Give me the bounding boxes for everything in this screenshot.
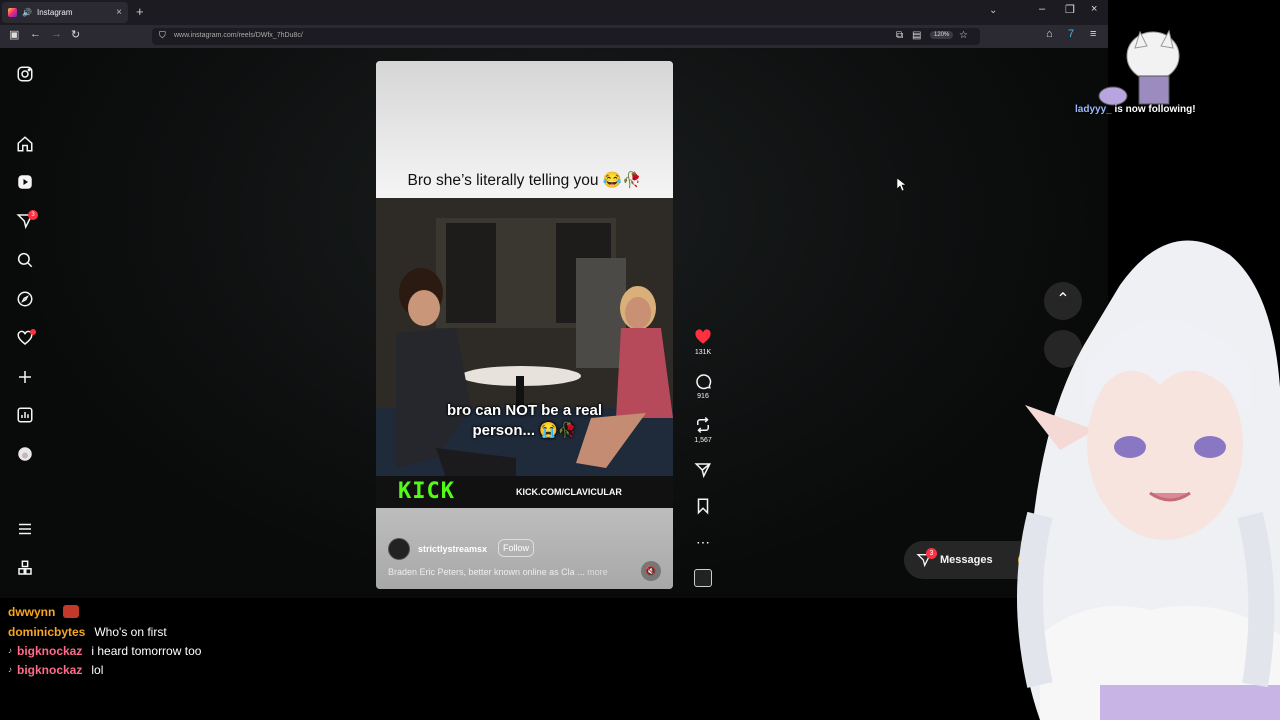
kick-url: KICK.COM/CLAVICULAR <box>516 487 622 497</box>
reel-caption: Bro she’s literally telling you 😂🥀 <box>407 172 642 189</box>
reel-subtitle-line2: person... 😭🥀 <box>472 422 577 440</box>
chat-message-text: i heard tomorrow too <box>91 643 202 658</box>
extensions-icon[interactable]: ⌂ <box>1046 28 1053 40</box>
chat-message: ♪ bigknockaz lol <box>8 660 103 679</box>
share-paper-plane-icon <box>694 463 711 479</box>
reel-player[interactable]: Bro she’s literally telling you 😂🥀 bro c… <box>376 61 673 589</box>
shield-icon[interactable]: ⛉ <box>159 30 166 41</box>
chat-message-text: lol <box>91 662 104 677</box>
like-button[interactable]: 131K <box>692 328 714 356</box>
repost-count: 1,567 <box>694 437 712 444</box>
mute-toggle-icon[interactable]: 🔇 <box>641 561 661 581</box>
follow-alert-text: ladyyy_ is now following! <box>1075 104 1196 115</box>
also-from-meta-icon[interactable] <box>16 559 34 577</box>
browser-window: 🔊 Instagram × + ⌄ – ❐ × ▣ ← → ↻ ⛉ www.in… <box>0 0 1108 598</box>
extension-7tv-icon[interactable]: 7 <box>1068 28 1074 40</box>
screen: 🔊 Instagram × + ⌄ – ❐ × ▣ ← → ↻ ⛉ www.in… <box>0 0 1280 720</box>
tab-list-chevron-icon[interactable]: ⌄ <box>989 5 997 16</box>
reels-icon[interactable] <box>16 173 34 191</box>
messages-label: Messages <box>940 554 993 566</box>
search-icon[interactable] <box>16 251 34 269</box>
minimize-button[interactable]: – <box>1039 3 1045 15</box>
kick-logo: KICK <box>398 479 455 504</box>
chat-message-text: Who's on first <box>94 624 167 639</box>
tab-close-icon[interactable]: × <box>116 7 122 18</box>
close-window-button[interactable]: × <box>1091 3 1097 15</box>
reel-author-avatar[interactable] <box>388 538 410 560</box>
save-button[interactable] <box>692 497 714 515</box>
repost-button[interactable]: 1,567 <box>692 416 714 444</box>
bookmark-icon <box>697 498 709 515</box>
reel-description-text: Braden Eric Peters, better known online … <box>388 567 585 577</box>
sidebar-toggle-icon[interactable]: ▣ <box>9 28 19 41</box>
stream-chat: dwwynn dominicbytes Who's on first ♪ big… <box>0 598 520 720</box>
follow-alert-character-image <box>1098 29 1180 106</box>
like-count: 131K <box>694 349 712 356</box>
chat-username[interactable]: dominicbytes <box>8 625 85 639</box>
chat-username[interactable]: bigknockaz <box>17 663 82 677</box>
follow-message: is now following! <box>1111 104 1196 115</box>
tab-bar: 🔊 Instagram × + ⌄ – ❐ × <box>0 0 1108 25</box>
forward-arrow-icon[interactable]: → <box>51 28 62 40</box>
reel-video[interactable]: bro can NOT be a real person... 😭🥀 KICK … <box>376 198 673 508</box>
restore-button[interactable]: ❐ <box>1065 3 1075 16</box>
comment-bubble-icon <box>696 374 712 390</box>
navigation-bar: ▣ ← → ↻ ⛉ www.instagram.com/reels/DWfx_7… <box>0 25 1108 48</box>
reload-icon[interactable]: ↻ <box>71 28 80 41</box>
more-menu-icon[interactable] <box>16 520 34 538</box>
url-text[interactable]: www.instagram.com/reels/DWfx_7hDu8c/ <box>174 32 303 39</box>
chat-badge-icon: ♪ <box>8 646 12 655</box>
audio-thumbnail[interactable] <box>694 569 712 587</box>
notification-dot <box>30 329 36 335</box>
reel-subtitle: bro can NOT be a real person... 😭🥀 <box>376 401 673 442</box>
speaker-icon[interactable]: 🔊 <box>22 8 32 17</box>
explore-icon[interactable] <box>16 290 34 308</box>
reel-caption-panel: Bro she’s literally telling you 😂🥀 <box>376 61 673 198</box>
comment-button[interactable]: 916 <box>692 372 714 400</box>
chat-badge-icon: ♪ <box>8 665 12 674</box>
follow-button[interactable]: Follow <box>498 539 534 557</box>
chat-emote-image <box>63 605 80 618</box>
chat-message: ♪ bigknockaz i heard tomorrow too <box>8 641 201 660</box>
video-scene-image <box>376 198 673 508</box>
reel-description: Braden Eric Peters, better known online … <box>388 567 608 577</box>
zoom-level[interactable]: 120% <box>930 31 954 39</box>
dashboard-chart-icon[interactable] <box>16 406 34 424</box>
create-plus-icon[interactable] <box>16 368 34 386</box>
more-options-icon[interactable]: ⋯ <box>692 534 714 551</box>
home-icon[interactable] <box>16 135 34 153</box>
messages-unread-badge: 3 <box>926 548 937 559</box>
kick-watermark-bar: KICK KICK.COM/CLAVICULAR <box>376 476 673 508</box>
mouse-cursor-icon <box>897 178 907 192</box>
instagram-logo-icon[interactable] <box>16 65 34 83</box>
reel-info-panel: strictlystreamsx Follow Braden Eric Pete… <box>376 508 673 589</box>
heart-filled-icon <box>695 329 711 344</box>
tab-title: Instagram <box>36 8 73 17</box>
chat-username[interactable]: dwwynn <box>8 605 55 619</box>
address-bar[interactable]: ⛉ www.instagram.com/reels/DWfx_7hDu8c/ ⧉… <box>152 28 980 45</box>
chat-username[interactable]: bigknockaz <box>17 644 82 658</box>
follower-name: ladyyy_ <box>1075 104 1112 115</box>
back-arrow-icon[interactable]: ← <box>30 28 41 40</box>
vtuber-avatar-image <box>1017 240 1280 720</box>
repost-icon <box>697 416 709 434</box>
instagram-favicon-icon <box>8 8 17 17</box>
picture-in-picture-icon[interactable]: ⧉ <box>896 30 903 41</box>
reel-more-link[interactable]: more <box>587 567 608 577</box>
comment-count: 916 <box>697 393 709 400</box>
reel-subtitle-line1: bro can NOT be a real <box>446 402 603 419</box>
reader-view-icon[interactable]: ▤ <box>912 30 921 41</box>
share-button[interactable] <box>692 461 714 479</box>
chat-message: dwwynn <box>8 602 80 621</box>
tab-instagram[interactable]: 🔊 Instagram × <box>2 2 128 23</box>
bookmark-star-icon[interactable]: ☆ <box>959 30 968 41</box>
reel-author-username[interactable]: strictlystreamsx <box>418 544 487 554</box>
new-tab-button[interactable]: + <box>136 4 144 19</box>
messages-badge: 3 <box>28 210 38 220</box>
profile-avatar[interactable] <box>16 445 34 463</box>
chat-message: dominicbytes Who's on first <box>8 622 167 641</box>
